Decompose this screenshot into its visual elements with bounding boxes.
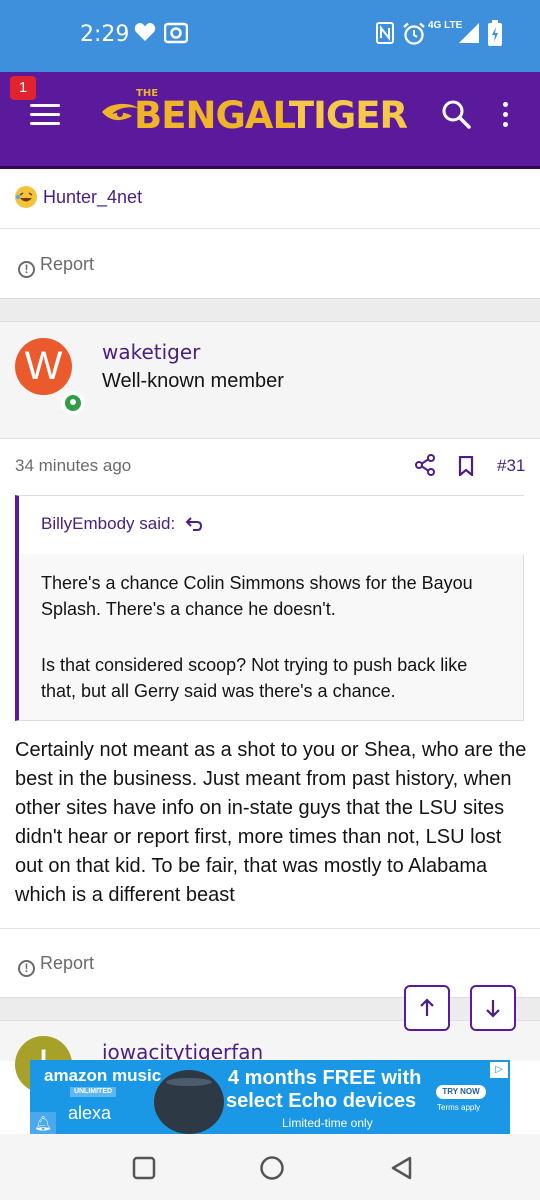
laughing-emoji-icon [15,186,37,209]
bookmark-icon[interactable] [458,455,474,481]
more-options-icon[interactable] [500,100,510,130]
report-button[interactable]: ! Report [18,254,94,278]
alarm-icon [402,22,426,51]
post-timestamp[interactable]: 34 minutes ago [15,456,131,476]
next-post-user-bar [0,1020,540,1061]
site-logo[interactable]: THE BENGALTIGER [100,88,408,144]
ad-headline: select Echo devices [226,1090,417,1112]
status-bar: 2:29 4G LTE [0,0,540,72]
menu-icon[interactable] [30,104,60,126]
post-separator [0,997,540,1021]
ad-subline: Limited-time only [282,1116,373,1130]
logo-tiger: TIGER [288,94,408,137]
divider [0,228,540,229]
scroll-up-button[interactable] [404,985,450,1031]
post-username[interactable]: waketiger [102,340,200,364]
online-status-icon [61,391,85,415]
user-title: Well-known member [102,370,284,392]
ad-headline: 4 months FREE with [228,1067,422,1089]
ad-assistant: alexa [68,1103,112,1123]
quote-paragraph: Is that considered scoop? Not trying to … [41,655,468,701]
share-icon[interactable] [414,454,436,481]
home-icon[interactable] [259,1155,285,1186]
report-label: Report [40,953,95,973]
report-icon: ! [18,960,35,977]
back-icon[interactable] [390,1156,414,1185]
logo-text: BENGALTIGER [134,94,408,137]
reaction-username[interactable]: Hunter_4net [43,187,142,207]
quote-author[interactable]: BillyEmbody said: [41,514,175,534]
bell-icon[interactable]: 🔔︎ [30,1112,56,1134]
logo-bengal: BENGAL [134,94,290,137]
battery-icon [488,20,502,51]
echo-device-image [154,1070,224,1134]
scroll-down-button[interactable] [470,985,516,1031]
ad-banner[interactable]: amazon music UNLIMITED alexa 4 months FR… [30,1060,510,1134]
arrow-up-icon [420,998,434,1016]
nfc-icon [376,22,394,49]
post-number-link[interactable]: #31 [497,456,525,476]
adchoices-icon[interactable]: ▷ [490,1062,508,1078]
recents-icon[interactable] [132,1156,156,1185]
quote-paragraph: There's a chance Colin Simmons shows for… [41,573,473,619]
report-button[interactable]: ! Report [18,953,94,977]
status-time: 2:29 [80,22,130,47]
divider [0,928,540,929]
system-nav-bar [0,1134,540,1200]
quote-header: BillyEmbody said: [19,496,524,554]
avatar[interactable]: W [15,338,72,395]
reaction-row[interactable]: Hunter_4net [15,186,142,209]
ad-brand-tag: UNLIMITED [70,1087,116,1097]
report-icon: ! [18,261,35,278]
go-to-quote-icon[interactable] [185,515,203,536]
heart-icon [134,22,156,47]
report-label: Report [40,254,95,274]
search-icon[interactable] [440,98,472,130]
ad-cta-button[interactable]: TRY NOW [436,1085,486,1099]
post-separator [0,298,540,322]
ad-brand: amazon music [44,1066,162,1085]
signal-icon [458,22,480,49]
quote-block: BillyEmbody said: There's a chance Colin… [15,495,524,721]
arrow-down-icon [486,1000,500,1018]
post-body: Certainly not meant as a shot to you or … [15,739,527,906]
notification-badge[interactable]: 1 [10,76,36,100]
ad-terms: Terms apply [437,1103,481,1112]
camera-icon [163,22,189,49]
